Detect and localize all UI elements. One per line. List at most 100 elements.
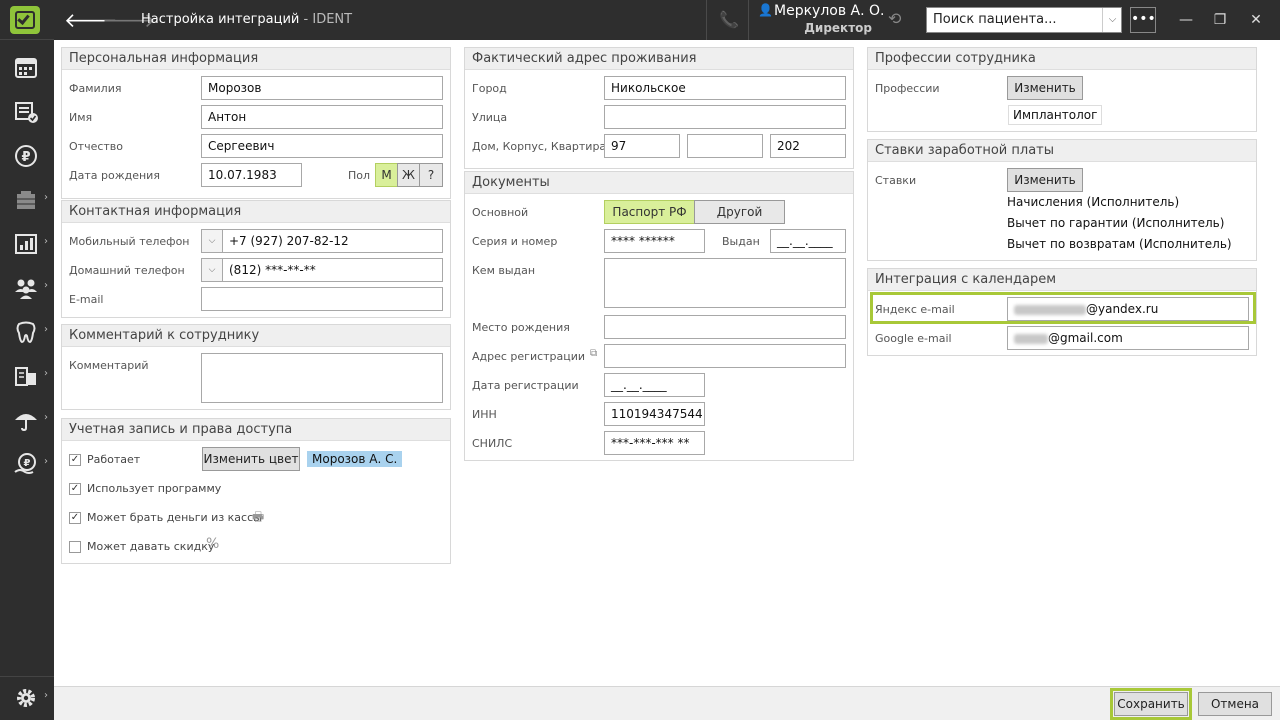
issued-date-input[interactable]: __.__.____ — [770, 229, 846, 253]
settings-icon — [17, 689, 35, 707]
issuer-textarea[interactable] — [604, 258, 846, 308]
more-button[interactable]: ••• — [1130, 7, 1156, 33]
series-label: Серия и номер — [472, 235, 558, 248]
city-input[interactable]: Никольское — [604, 76, 846, 100]
passport-button[interactable]: Паспорт РФ — [604, 200, 695, 224]
finance-icon: ₽ — [14, 453, 36, 474]
middlename-label: Отчество — [69, 140, 124, 153]
contact-info-panel: Контактная информация Мобильный телефон … — [61, 200, 451, 318]
panel-header: Учетная запись и права доступа — [62, 419, 450, 441]
panel-header: Интеграция с календарем — [868, 269, 1256, 291]
cash-checkbox[interactable]: ✓ — [69, 512, 81, 524]
panel-header: Ставки заработной платы — [868, 140, 1256, 162]
minimize-icon[interactable]: — — [1176, 10, 1196, 30]
flat-input[interactable]: 202 — [770, 134, 846, 158]
birthdate-input[interactable]: 10.07.1983 — [201, 163, 302, 187]
professions-panel: Профессии сотрудника Профессии Изменить … — [867, 47, 1257, 132]
snils-input[interactable]: ***-***-*** ** — [604, 431, 705, 455]
main-doc-label: Основной — [472, 206, 529, 219]
home-phone-input[interactable]: (812) ***-**-** — [222, 258, 443, 282]
sidebar-item-finance[interactable]: ₽ › — [0, 444, 54, 484]
change-salary-button[interactable]: Изменить — [1007, 168, 1083, 192]
house-label: Дом, Корпус, Квартира — [472, 140, 607, 153]
phone-icon[interactable]: 📞 — [719, 10, 739, 29]
main-content: Персональная информация Фамилия Морозов … — [54, 40, 1280, 686]
save-button[interactable]: Сохранить — [1114, 692, 1188, 716]
calendar-integration-panel: Интеграция с календарем Яндекс e-mail @y… — [867, 268, 1257, 356]
birthplace-input[interactable] — [604, 315, 846, 339]
documents-icon — [15, 367, 36, 386]
history-back-icon[interactable]: ⟲ — [888, 9, 901, 28]
panel-header: Фактический адрес проживания — [465, 48, 853, 70]
gender-female-button[interactable]: Ж — [397, 163, 420, 187]
sidebar-item-schedule[interactable] — [0, 48, 54, 88]
gender-unknown-button[interactable]: ? — [419, 163, 443, 187]
series-input[interactable]: **** ****** — [604, 229, 705, 253]
sidebar-item-documents[interactable]: › — [0, 356, 54, 396]
page-title: Настройка интеграций - IDENT — [141, 12, 353, 27]
reg-address-input[interactable] — [604, 344, 846, 368]
app-logo[interactable] — [10, 6, 40, 34]
copy-icon[interactable]: ⧉ — [590, 348, 597, 359]
other-doc-button[interactable]: Другой — [694, 200, 785, 224]
building-input[interactable] — [687, 134, 763, 158]
user-name[interactable]: Меркулов А. О. — [774, 3, 884, 19]
chevron-right-icon: › — [44, 280, 48, 291]
email-input[interactable] — [201, 287, 443, 311]
discount-checkbox[interactable] — [69, 541, 81, 553]
chevron-right-icon: › — [44, 368, 48, 379]
cancel-button[interactable]: Отмена — [1198, 692, 1272, 716]
discount-label: Может давать скидку — [87, 540, 215, 553]
salary-label: Ставки — [875, 174, 917, 187]
chevron-down-icon[interactable]: ⌵ — [201, 258, 223, 282]
lastname-label: Фамилия — [69, 82, 122, 95]
chevron-right-icon: › — [44, 236, 48, 247]
sidebar-item-insurance[interactable]: › — [0, 400, 54, 440]
panel-header: Комментарий к сотруднику — [62, 325, 450, 347]
gender-male-button[interactable]: М — [375, 163, 398, 187]
yandex-email-label: Яндекс e-mail — [875, 303, 955, 316]
top-bar: 🡐 🡒 Настройка интеграций - IDENT 📞 👤 Мер… — [54, 0, 1280, 40]
inn-input[interactable]: 110194347544 — [604, 402, 705, 426]
sidebar-item-reports[interactable]: › — [0, 224, 54, 264]
ruble-icon: ₽ — [15, 145, 37, 167]
close-icon[interactable]: ✕ — [1246, 10, 1266, 30]
change-color-button[interactable]: Изменить цвет — [202, 447, 300, 471]
svg-text:₽: ₽ — [24, 458, 31, 469]
salary-panel: Ставки заработной платы Ставки Изменить … — [867, 139, 1257, 261]
salary-item: Вычет по возвратам (Исполнитель) — [1007, 237, 1232, 251]
street-label: Улица — [472, 111, 508, 124]
panel-header: Персональная информация — [62, 48, 450, 70]
street-input[interactable] — [604, 105, 846, 129]
house-input[interactable]: 97 — [604, 134, 680, 158]
middlename-input[interactable]: Сергеевич — [201, 134, 443, 158]
mobile-phone-input[interactable]: +7 (927) 207-82-12 — [222, 229, 443, 253]
sidebar-item-settings[interactable]: › — [0, 678, 54, 718]
uses-program-checkbox[interactable]: ✓ — [69, 483, 81, 495]
issued-label: Выдан — [722, 235, 760, 248]
snils-label: СНИЛС — [472, 437, 513, 450]
restore-icon[interactable]: ❐ — [1210, 10, 1230, 30]
sidebar-item-warehouse[interactable]: › — [0, 180, 54, 220]
chevron-down-icon[interactable]: ⌵ — [201, 229, 223, 253]
cash-label: Может брать деньги из кассы — [87, 511, 262, 524]
lastname-input[interactable]: Морозов — [201, 76, 443, 100]
reg-date-input[interactable]: __.__.____ — [604, 373, 705, 397]
sidebar-item-patients[interactable]: › — [0, 268, 54, 308]
sidebar-item-dental[interactable]: › — [0, 312, 54, 352]
comment-textarea[interactable] — [201, 353, 443, 403]
color-preview: Морозов А. С. — [307, 451, 403, 467]
sidebar-item-tasks[interactable] — [0, 92, 54, 132]
chevron-down-icon[interactable]: ⌵ — [1102, 8, 1122, 32]
reg-address-label: Адрес регистрации — [472, 350, 586, 363]
works-checkbox[interactable]: ✓ — [69, 454, 81, 466]
firstname-input[interactable]: Антон — [201, 105, 443, 129]
tooth-icon — [16, 321, 36, 344]
change-professions-button[interactable]: Изменить — [1007, 76, 1083, 100]
patient-search-input[interactable]: Поиск пациента... — [926, 7, 1122, 33]
google-email-input[interactable]: @gmail.com — [1007, 326, 1249, 350]
sidebar-item-payments[interactable]: ₽ — [0, 136, 54, 176]
yandex-email-input[interactable]: @yandex.ru — [1007, 297, 1249, 321]
comment-panel: Комментарий к сотруднику Комментарий — [61, 324, 451, 410]
calendar-icon — [15, 58, 37, 78]
